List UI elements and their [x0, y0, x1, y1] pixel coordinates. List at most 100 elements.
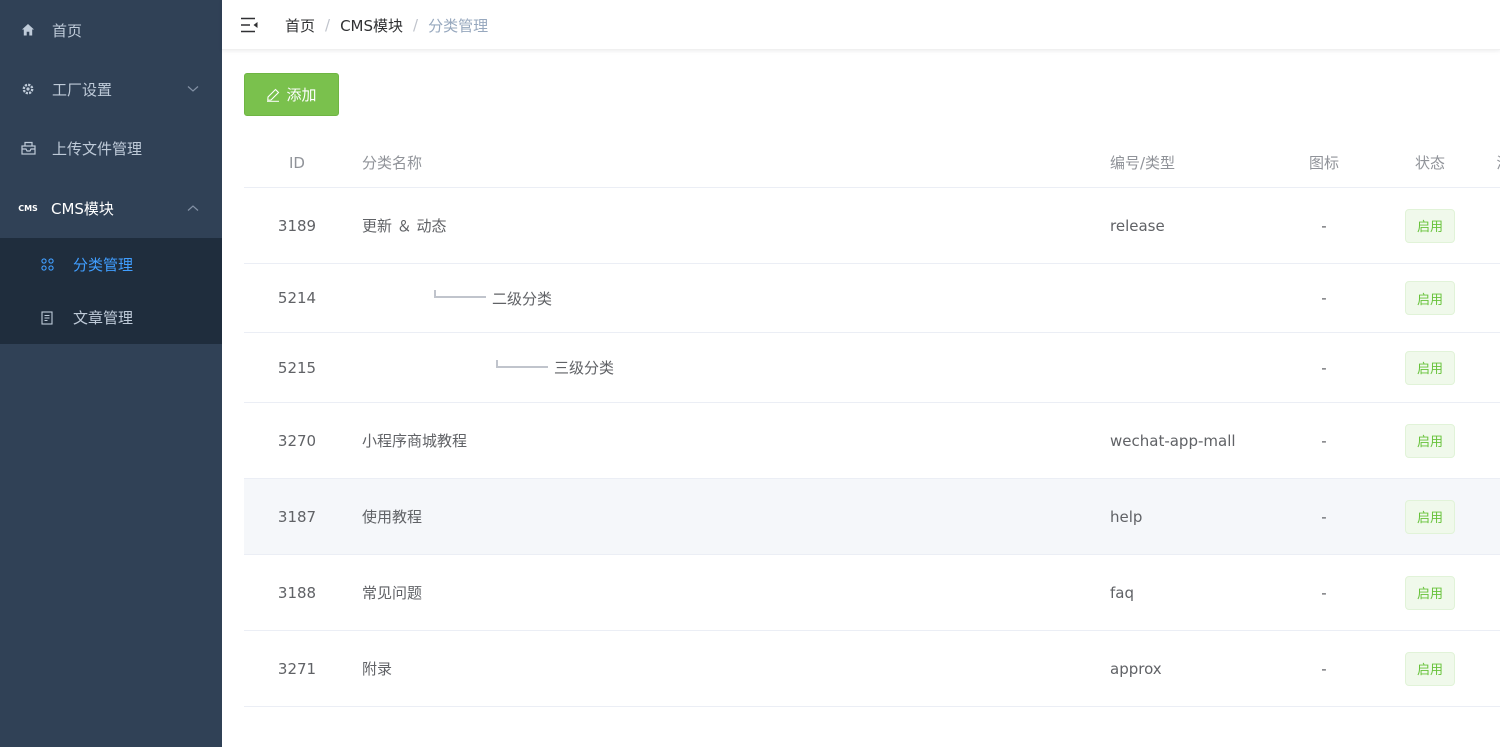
column-header-name[interactable]: 分类名称	[362, 138, 1062, 187]
column-header-status[interactable]: 状态	[1380, 138, 1480, 187]
home-icon	[20, 22, 36, 38]
sidebar-item-label: 上传文件管理	[52, 139, 143, 158]
row-icon: -	[1321, 358, 1327, 377]
category-table: ID 分类名称 编号/类型 图标 状态 添 3189 更新 ＆ 动态 relea…	[244, 138, 1500, 707]
document-icon	[40, 310, 54, 325]
row-extra: 2	[1494, 333, 1500, 402]
status-badge: 启用	[1405, 575, 1455, 610]
row-name: 更新 ＆ 动态	[362, 217, 447, 235]
column-header-id[interactable]: ID	[244, 138, 350, 187]
breadcrumb-current: 分类管理	[428, 16, 489, 35]
edit-icon	[266, 88, 280, 102]
cms-icon: CMS	[18, 203, 38, 213]
row-status: 启用	[1380, 333, 1480, 402]
row-code: release	[1110, 216, 1165, 235]
sidebar-item-upload-files[interactable]: 上传文件管理	[0, 118, 222, 178]
table-row[interactable]: 3187 使用教程 help - 启用 22	[244, 479, 1500, 555]
row-id: 3188	[277, 583, 317, 602]
gear-icon	[20, 81, 36, 97]
row-icon: -	[1321, 659, 1327, 678]
status-badge: 启用	[1405, 651, 1455, 686]
row-name: 三级分类	[554, 359, 615, 377]
row-id: 3189	[277, 216, 317, 235]
row-status: 启用	[1380, 631, 1480, 706]
row-extra: 2	[1494, 264, 1500, 332]
column-header-icon[interactable]: 图标	[1274, 138, 1374, 187]
status-badge: 启用	[1405, 423, 1455, 458]
table-row[interactable]: 5214 二级分类 - 启用 2	[244, 264, 1500, 333]
row-name: 使用教程	[362, 508, 423, 526]
hamburger-icon[interactable]	[240, 15, 260, 35]
sidebar-item-label: 文章管理	[73, 309, 134, 327]
app: 首页 工厂设置 上传文件管理 CMS CMS模块 分类管理 文章管理 首页 / …	[0, 0, 1500, 747]
table-header: ID 分类名称 编号/类型 图标 状态 添	[244, 138, 1500, 188]
sidebar-item-article-management[interactable]: 文章管理	[0, 291, 222, 344]
sidebar-item-label: CMS模块	[51, 199, 114, 218]
upload-icon	[20, 140, 36, 156]
chevron-up-icon	[186, 201, 200, 215]
row-extra: 22	[1494, 479, 1500, 554]
row-extra: 22	[1494, 555, 1500, 630]
row-id: 5214	[277, 289, 317, 307]
sidebar-item-label: 工厂设置	[52, 80, 113, 99]
breadcrumb-separator: /	[413, 16, 419, 34]
breadcrumb-home[interactable]: 首页	[285, 15, 315, 36]
status-badge: 启用	[1405, 499, 1455, 534]
breadcrumb-cms[interactable]: CMS模块	[340, 15, 403, 36]
row-icon: -	[1321, 583, 1327, 602]
add-button[interactable]: 添加	[244, 73, 339, 116]
row-icon: -	[1321, 431, 1327, 450]
row-icon: -	[1321, 289, 1327, 307]
column-header-truncated[interactable]: 添	[1494, 138, 1500, 187]
table-row[interactable]: 3188 常见问题 faq - 启用 22	[244, 555, 1500, 631]
status-badge: 启用	[1405, 281, 1455, 315]
row-name: 附录	[362, 660, 393, 678]
row-id: 3187	[277, 507, 317, 526]
sidebar-item-factory-settings[interactable]: 工厂设置	[0, 59, 222, 119]
sidebar-item-label: 分类管理	[73, 256, 134, 274]
row-name: 小程序商城教程	[362, 432, 468, 450]
row-code: approx	[1110, 659, 1162, 678]
row-icon: -	[1321, 216, 1327, 235]
chevron-down-icon	[186, 82, 200, 96]
status-badge: 启用	[1405, 208, 1455, 243]
grid-icon	[40, 258, 54, 272]
row-status: 启用	[1380, 188, 1480, 263]
row-name: 二级分类	[492, 289, 553, 308]
row-extra: 22	[1494, 188, 1500, 263]
sidebar-item-label: 首页	[52, 21, 83, 40]
sidebar-item-home[interactable]: 首页	[0, 0, 222, 60]
tree-connector	[434, 290, 486, 298]
table-row[interactable]: 3271 附录 approx - 启用 22	[244, 631, 1500, 707]
row-status: 启用	[1380, 479, 1480, 554]
row-code: wechat-app-mall	[1110, 431, 1236, 450]
row-extra: 22	[1494, 403, 1500, 478]
row-code	[1110, 333, 1300, 402]
row-code	[1110, 264, 1300, 332]
table-row[interactable]: 3189 更新 ＆ 动态 release - 启用 22	[244, 188, 1500, 264]
row-status: 启用	[1380, 403, 1480, 478]
sidebar-item-category-management[interactable]: 分类管理	[0, 238, 222, 291]
sidebar-item-cms[interactable]: CMS CMS模块	[0, 178, 222, 238]
sidebar: 首页 工厂设置 上传文件管理 CMS CMS模块 分类管理 文章管理	[0, 0, 222, 747]
table-row[interactable]: 3270 小程序商城教程 wechat-app-mall - 启用 22	[244, 403, 1500, 479]
navbar: 首页 / CMS模块 / 分类管理	[222, 0, 1500, 50]
row-name-cell: 二级分类	[362, 264, 1062, 332]
cms-submenu: 分类管理 文章管理	[0, 238, 222, 344]
row-name-cell: 三级分类	[362, 333, 1062, 402]
row-id: 5215	[277, 358, 317, 377]
row-id: 3271	[277, 659, 317, 678]
breadcrumb-separator: /	[325, 16, 331, 34]
row-code: faq	[1110, 583, 1134, 602]
column-header-code[interactable]: 编号/类型	[1110, 138, 1300, 187]
status-badge: 启用	[1405, 350, 1455, 385]
row-status: 启用	[1380, 264, 1480, 332]
breadcrumb: 首页 / CMS模块 / 分类管理	[285, 0, 488, 50]
row-status: 启用	[1380, 555, 1480, 630]
row-name: 常见问题	[362, 584, 423, 602]
row-id: 3270	[277, 431, 317, 450]
table-row[interactable]: 5215 三级分类 - 启用 2	[244, 333, 1500, 403]
row-extra: 22	[1494, 631, 1500, 706]
tree-connector	[496, 359, 548, 368]
row-code: help	[1110, 507, 1143, 526]
